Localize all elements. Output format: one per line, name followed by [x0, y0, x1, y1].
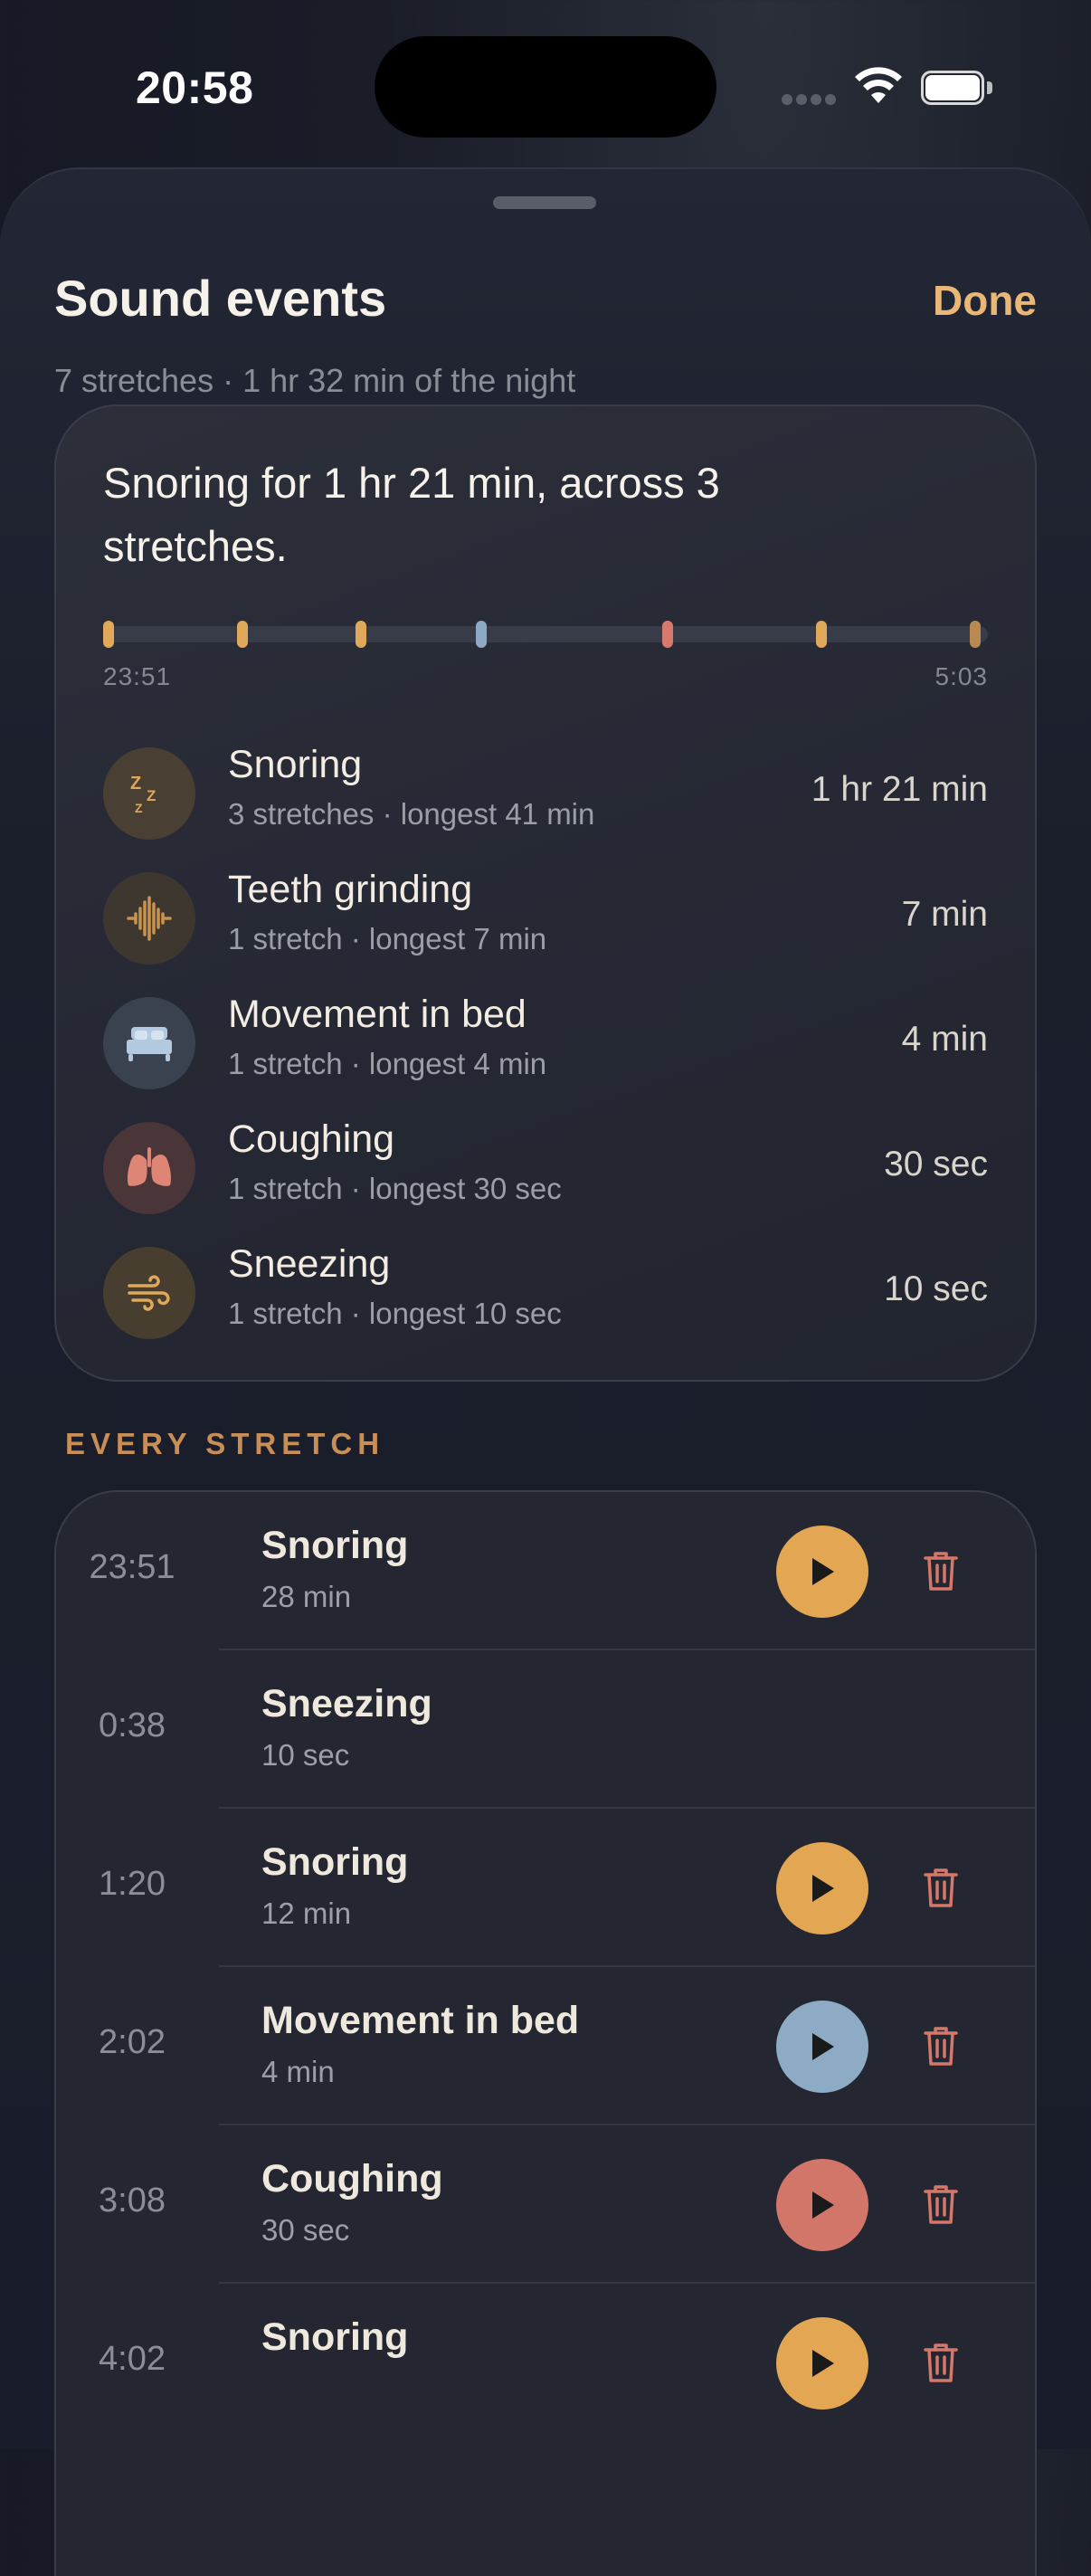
stretch-time: 23:51	[89, 1548, 176, 1586]
sheet-subtitle: 7 stretches · 1 hr 32 min of the night	[54, 362, 576, 399]
timeline-mark	[103, 621, 114, 648]
category-total: 30 sec	[884, 1145, 988, 1183]
category-name: Snoring	[228, 743, 363, 786]
trash-icon	[924, 2343, 958, 2382]
timeline-mark	[356, 621, 366, 648]
stretch-name: Snoring	[261, 1524, 409, 1567]
category-total: 7 min	[901, 895, 988, 934]
stretch-time: 0:38	[99, 1706, 166, 1744]
category-meta: 1 stretch · longest 10 sec	[228, 1297, 562, 1330]
stretch-duration: 12 min	[261, 1896, 352, 1930]
delete-button[interactable]	[915, 2021, 966, 2072]
trash-icon	[924, 2184, 958, 2224]
stretch-row[interactable]: 0:38 Sneezing 10 sec	[56, 1650, 1035, 1809]
stretch-name: Coughing	[261, 2157, 443, 2201]
play-icon	[812, 2350, 834, 2377]
category-meta: 3 stretches · longest 41 min	[228, 797, 595, 831]
delete-button[interactable]	[915, 1863, 966, 1914]
delete-button[interactable]	[915, 1546, 966, 1597]
stretch-row[interactable]: 3:08 Coughing 30 sec	[56, 2125, 1035, 2284]
category-name: Teeth grinding	[228, 868, 473, 911]
category-name: Movement in bed	[228, 993, 527, 1036]
stretch-name: Movement in bed	[261, 1999, 580, 2042]
trash-icon	[924, 1551, 958, 1591]
bed-icon	[103, 997, 195, 1089]
timeline-mark	[970, 621, 981, 648]
cellular-signal-icon	[782, 94, 836, 107]
svg-text:Z: Z	[135, 801, 143, 815]
timeline-mark	[816, 621, 827, 648]
play-button[interactable]	[776, 1842, 868, 1934]
category-row-movement-in-bed: Movement in bed 1 stretch · longest 4 mi…	[103, 993, 988, 1092]
dynamic-island	[375, 36, 716, 138]
category-total: 1 hr 21 min	[811, 770, 988, 809]
done-button[interactable]: Done	[933, 276, 1037, 325]
sheet-title: Sound events	[54, 270, 387, 327]
stretch-time: 1:20	[99, 1865, 166, 1903]
lungs-icon	[103, 1122, 195, 1214]
trash-icon	[924, 1868, 958, 1907]
category-total: 4 min	[901, 1020, 988, 1059]
wind-icon	[103, 1247, 195, 1339]
waveform-icon	[103, 872, 195, 965]
category-total: 10 sec	[884, 1269, 988, 1308]
play-button[interactable]	[776, 1526, 868, 1618]
category-row-teeth-grinding: Teeth grinding 1 stretch · longest 7 min…	[103, 868, 988, 967]
timeline-mark	[237, 621, 248, 648]
stretch-time: 3:08	[99, 2182, 166, 2220]
delete-button[interactable]	[915, 2338, 966, 2389]
play-icon	[812, 2191, 834, 2219]
svg-text:Z: Z	[130, 774, 141, 794]
stretch-time: 2:02	[99, 2023, 166, 2061]
stretch-list: 23:51 Snoring 28 min 0:38 Sneezing 10 se…	[54, 1490, 1037, 2576]
category-row-coughing: Coughing 1 stretch · longest 30 sec 30 s…	[103, 1117, 988, 1217]
play-icon	[812, 2033, 834, 2060]
trash-icon	[924, 2026, 958, 2066]
stretch-time: 4:02	[99, 2340, 166, 2378]
category-meta: 1 stretch · longest 30 sec	[228, 1172, 562, 1205]
play-button[interactable]	[776, 2001, 868, 2093]
stretch-duration: 4 min	[261, 2055, 335, 2088]
stretch-name: Snoring	[261, 1840, 409, 1884]
stretch-name: Sneezing	[261, 1682, 432, 1725]
stretch-row[interactable]: 1:20 Snoring 12 min	[56, 1809, 1035, 1967]
timeline-mark	[476, 621, 487, 648]
timeline-start-label: 23:51	[103, 662, 172, 690]
status-time: 20:58	[136, 62, 254, 113]
delete-button[interactable]	[915, 2180, 966, 2230]
category-name: Coughing	[228, 1117, 395, 1161]
play-icon	[812, 1558, 834, 1585]
timeline-track	[103, 626, 988, 642]
stretch-name: Snoring	[261, 2315, 409, 2359]
stretch-duration: 10 sec	[261, 1738, 350, 1772]
play-button[interactable]	[776, 2159, 868, 2251]
night-timeline	[103, 621, 988, 648]
sheet-grabber[interactable]	[493, 196, 596, 209]
play-button[interactable]	[776, 2317, 868, 2410]
stretch-row[interactable]: 4:02 Snoring	[56, 2284, 1035, 2442]
stretch-row[interactable]: 2:02 Movement in bed 4 min	[56, 1967, 1035, 2125]
category-meta: 1 stretch · longest 7 min	[228, 922, 547, 955]
summary-card: Snoring for 1 hr 21 min, across 3 stretc…	[54, 404, 1037, 1382]
category-row-snoring: Z Z Z Snoring 3 stretches · longest 41 m…	[103, 743, 988, 842]
every-stretch-section-title: EVERY STRETCH	[65, 1427, 385, 1460]
timeline-mark	[662, 621, 673, 648]
category-meta: 1 stretch · longest 4 min	[228, 1047, 547, 1080]
sound-events-sheet: Sound events Done 7 stretches · 1 hr 32 …	[0, 167, 1091, 2576]
category-row-sneezing: Sneezing 1 stretch · longest 10 sec 10 s…	[103, 1242, 988, 1342]
stretch-duration: 28 min	[261, 1580, 352, 1613]
category-name: Sneezing	[228, 1242, 391, 1286]
zzz-icon: Z Z Z	[103, 747, 195, 840]
svg-text:Z: Z	[147, 787, 156, 804]
stretch-duration: 30 sec	[261, 2213, 350, 2247]
wifi-icon	[855, 67, 902, 103]
status-bar: 20:58	[0, 0, 1091, 172]
play-icon	[812, 1875, 834, 1902]
stretch-row[interactable]: 23:51 Snoring 28 min	[56, 1492, 1035, 1650]
battery-icon	[921, 71, 993, 105]
timeline-end-label: 5:03	[934, 662, 988, 690]
summary-headline: Snoring for 1 hr 21 min, across 3 stretc…	[103, 459, 720, 570]
